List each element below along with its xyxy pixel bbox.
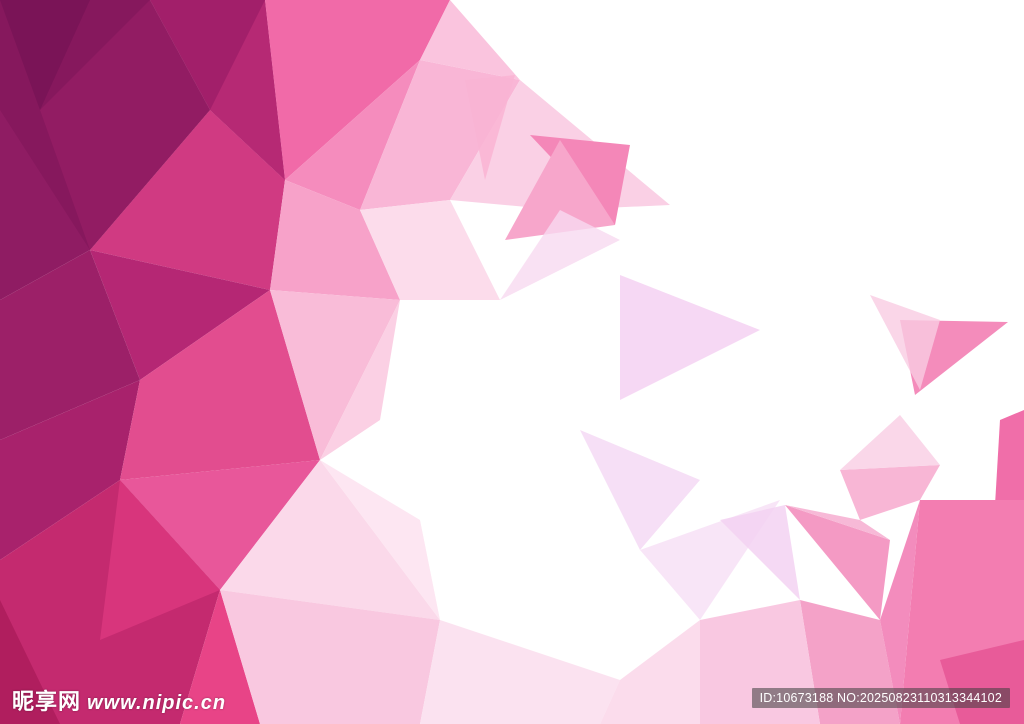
watermark-brand: 昵享网 [12, 690, 82, 715]
image-id-stamp: ID:10673188 NO:20250823110313344102 [751, 688, 1010, 708]
low-poly-artwork [0, 0, 1024, 724]
nipic-watermark-logo: 昵享网 www.nipic.cn [12, 684, 226, 716]
watermark-url: www.nipic.cn [87, 692, 227, 714]
background-canvas: 昵享网 www.nipic.cn ID:10673188 NO:202508231… [0, 0, 1024, 724]
